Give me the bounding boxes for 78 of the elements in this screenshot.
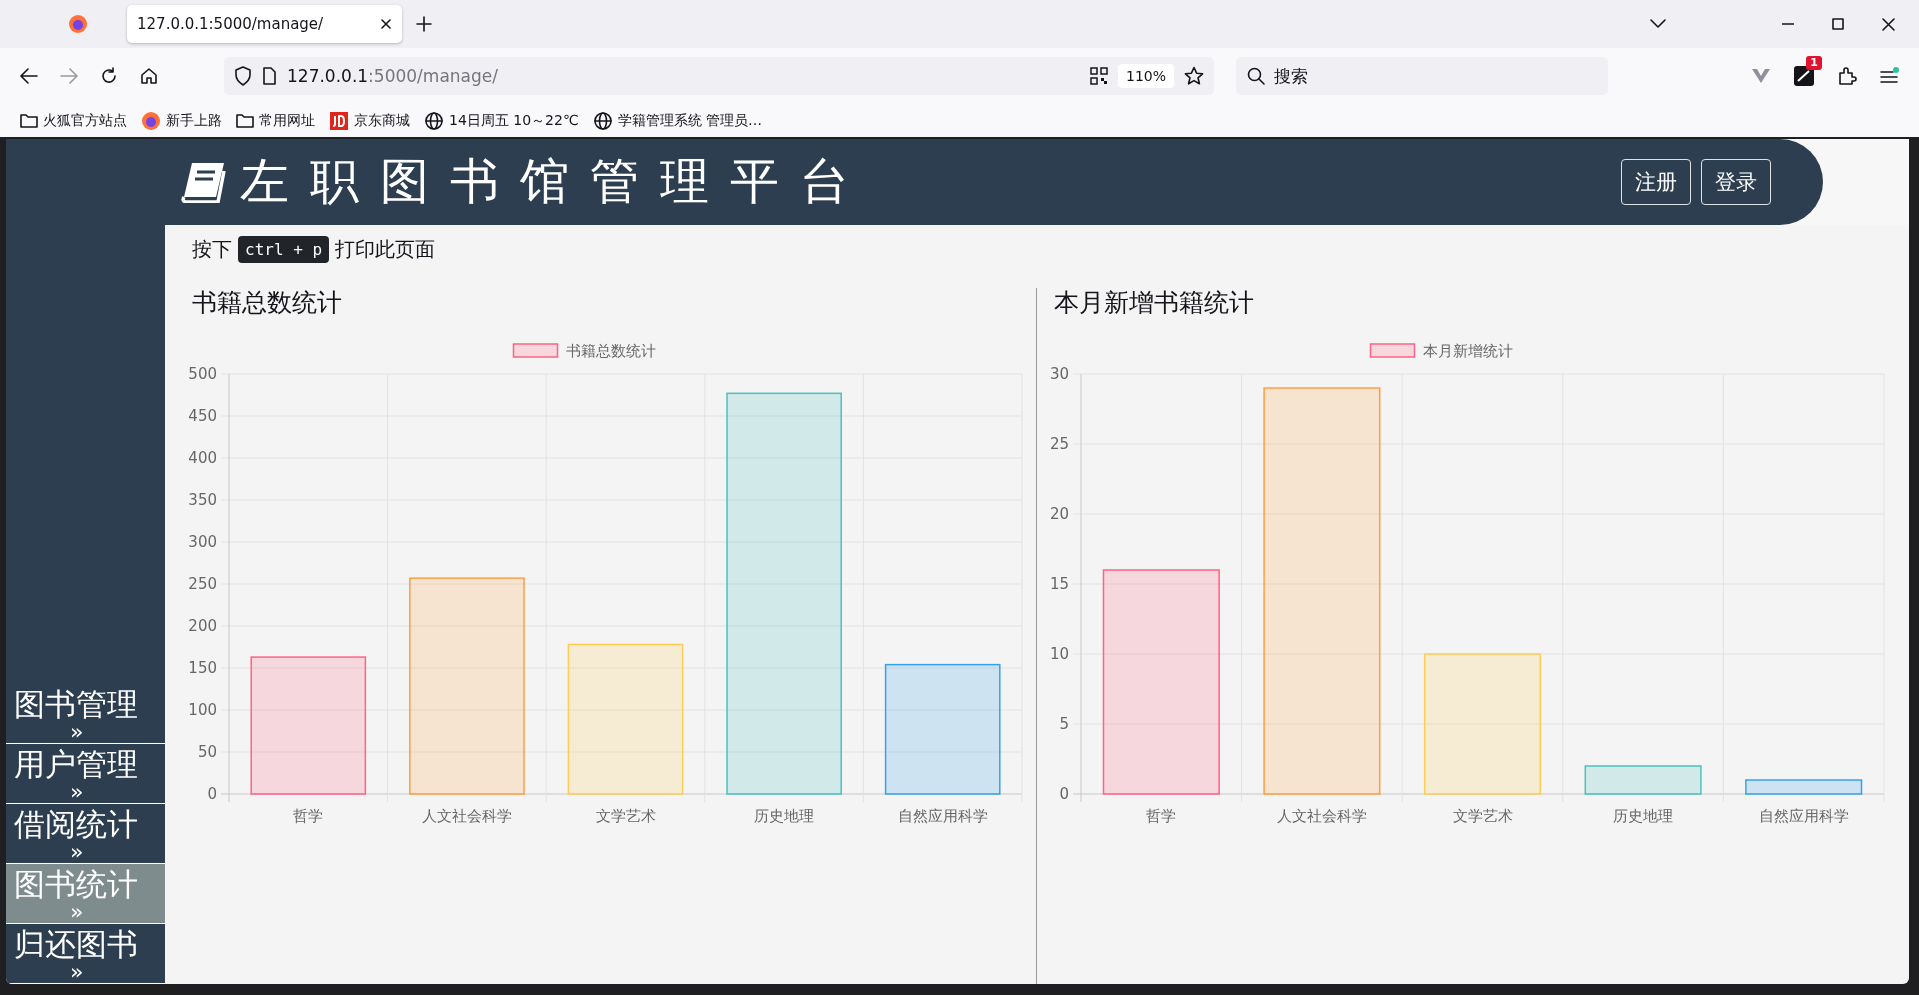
url-text[interactable]: 127.0.0.1:5000/manage/ bbox=[287, 66, 1080, 86]
chart-title: 书籍总数统计 bbox=[191, 288, 343, 319]
hint-text: 按下 bbox=[192, 235, 232, 263]
folder-icon bbox=[20, 112, 38, 129]
axis-tick-label: 400 bbox=[188, 449, 217, 467]
extension-icon[interactable] bbox=[1793, 65, 1815, 87]
back-arrow-icon[interactable] bbox=[20, 68, 38, 84]
axis-category-label: 自然应用科学 bbox=[1758, 807, 1849, 825]
address-bar[interactable]: 127.0.0.1:5000/manage/ 110% bbox=[224, 57, 1214, 95]
axis-tick-label: 500 bbox=[188, 365, 217, 383]
legend-swatch[interactable] bbox=[1369, 343, 1416, 358]
axis-category-label: 历史地理 bbox=[1613, 807, 1674, 825]
home-icon[interactable] bbox=[140, 67, 158, 85]
close-icon[interactable] bbox=[1882, 17, 1895, 31]
bookmark-item[interactable]: 14日周五 10～22℃ bbox=[424, 110, 579, 131]
axis-category-label: 自然应用科学 bbox=[897, 807, 988, 825]
hint-text: 打印此页面 bbox=[335, 235, 436, 263]
shield-icon[interactable] bbox=[234, 66, 252, 86]
menu-icon[interactable] bbox=[1879, 67, 1899, 85]
bookmark-item[interactable]: 火狐官方站点 bbox=[20, 111, 127, 130]
legend-label[interactable]: 书籍总数统计 bbox=[565, 342, 656, 360]
v-shape-icon[interactable] bbox=[1751, 68, 1771, 84]
square-icon bbox=[329, 110, 349, 131]
notification-badge: 1 bbox=[1806, 56, 1822, 70]
axis-tick-label: 150 bbox=[188, 659, 217, 677]
search-field[interactable]: 搜索 bbox=[1236, 57, 1608, 95]
axis-category-label: 文学艺术 bbox=[595, 807, 656, 825]
axis-tick-label: 25 bbox=[1049, 435, 1069, 453]
axis-category-label: 哲学 bbox=[293, 807, 324, 825]
axis-tick-label: 30 bbox=[1049, 365, 1069, 383]
folder-icon bbox=[236, 112, 254, 129]
axis-tick-label: 0 bbox=[1059, 785, 1069, 803]
axis-tick-label: 15 bbox=[1049, 575, 1069, 593]
axis-category-label: 哲学 bbox=[1146, 807, 1177, 825]
sidebar-item[interactable]: 归还图书 » bbox=[6, 924, 165, 984]
book-icon bbox=[180, 161, 226, 203]
axis-tick-label: 350 bbox=[188, 491, 217, 509]
bookmark-item[interactable]: 新手上路 bbox=[141, 110, 222, 131]
axis-tick-label: 200 bbox=[188, 617, 217, 635]
bookmark-item[interactable]: 京东商城 bbox=[329, 110, 410, 131]
login-button[interactable]: 登录 bbox=[1701, 159, 1771, 205]
puzzle-icon[interactable] bbox=[1837, 66, 1857, 86]
forward-arrow-icon[interactable] bbox=[60, 68, 78, 84]
chevron-down-icon[interactable] bbox=[1650, 19, 1666, 29]
axis-tick-label: 10 bbox=[1049, 645, 1069, 663]
maximize-icon[interactable] bbox=[1832, 18, 1844, 30]
plus-icon[interactable] bbox=[416, 16, 432, 32]
axis-tick-label: 5 bbox=[1059, 715, 1069, 733]
browser-tab[interactable]: 127.0.0.1:5000/manage/ bbox=[127, 5, 402, 43]
bookmark-item[interactable]: 常用网址 bbox=[236, 111, 315, 130]
axis-category-label: 历史地理 bbox=[754, 807, 815, 825]
axis-tick-label: 300 bbox=[188, 533, 217, 551]
axis-tick-label: 250 bbox=[188, 575, 217, 593]
axis-tick-label: 450 bbox=[188, 407, 217, 425]
star-icon[interactable] bbox=[1184, 66, 1204, 86]
register-button[interactable]: 注册 bbox=[1621, 159, 1691, 205]
axis-category-label: 人文社会科学 bbox=[421, 807, 512, 825]
legend-label[interactable]: 本月新增统计 bbox=[1422, 342, 1513, 360]
globe-icon bbox=[592, 110, 613, 131]
axis-tick-label: 50 bbox=[197, 743, 217, 761]
axis-tick-label: 20 bbox=[1049, 505, 1069, 523]
shortcut-key: ctrl + p bbox=[238, 235, 330, 263]
sidebar-item[interactable]: 图书管理 » bbox=[6, 684, 165, 744]
legend-swatch[interactable] bbox=[512, 343, 559, 358]
page-icon bbox=[262, 67, 277, 85]
axis-category-label: 人文社会科学 bbox=[1276, 807, 1367, 825]
axis-category-label: 文学艺术 bbox=[1452, 807, 1513, 825]
reload-icon[interactable] bbox=[100, 67, 118, 85]
chart-title: 本月新增书籍统计 bbox=[1053, 288, 1255, 319]
close-icon[interactable] bbox=[380, 18, 392, 30]
axis-tick-label: 0 bbox=[207, 785, 217, 803]
globe-icon bbox=[424, 110, 444, 131]
qr-code-icon[interactable] bbox=[1089, 67, 1108, 85]
bookmark-item[interactable]: 学籍管理系统 管理员… bbox=[592, 110, 763, 131]
site-title: 左职图书馆管理平台 bbox=[240, 152, 870, 212]
sidebar-item[interactable]: 用户管理 » bbox=[6, 744, 165, 804]
zoom-level[interactable]: 110% bbox=[1117, 64, 1174, 88]
axis-tick-label: 100 bbox=[188, 701, 217, 719]
